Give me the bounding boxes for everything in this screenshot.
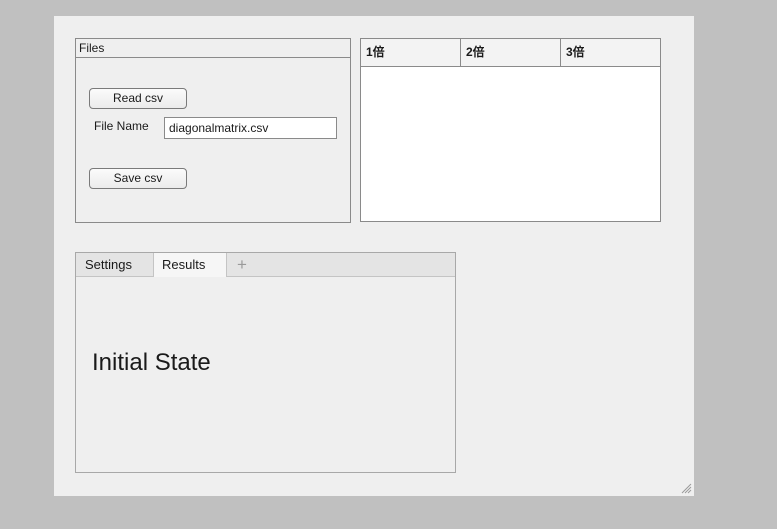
app-window: Files Read csv File Name diagonalmatrix.… — [54, 16, 694, 496]
files-panel: Files Read csv File Name diagonalmatrix.… — [75, 38, 351, 223]
save-csv-button[interactable]: Save csv — [89, 168, 187, 189]
tab-settings[interactable]: Settings — [76, 253, 154, 276]
results-status-text: Initial State — [92, 349, 211, 376]
data-table[interactable]: 1倍 2倍 3倍 — [360, 38, 661, 222]
read-csv-button[interactable]: Read csv — [89, 88, 187, 109]
tab-bar: Settings Results + — [76, 253, 455, 277]
file-name-label: File Name — [94, 119, 149, 133]
plus-icon[interactable]: + — [227, 253, 257, 276]
column-header-3[interactable]: 3倍 — [561, 39, 660, 66]
files-panel-title: Files — [76, 39, 350, 58]
resize-grip-icon[interactable] — [680, 482, 692, 494]
column-header-2[interactable]: 2倍 — [461, 39, 561, 66]
tab-group: Settings Results + Initial State — [75, 252, 456, 473]
tab-results[interactable]: Results — [154, 253, 227, 277]
column-header-1[interactable]: 1倍 — [361, 39, 461, 66]
file-name-input[interactable]: diagonalmatrix.csv — [164, 117, 337, 139]
table-header: 1倍 2倍 3倍 — [361, 39, 660, 67]
